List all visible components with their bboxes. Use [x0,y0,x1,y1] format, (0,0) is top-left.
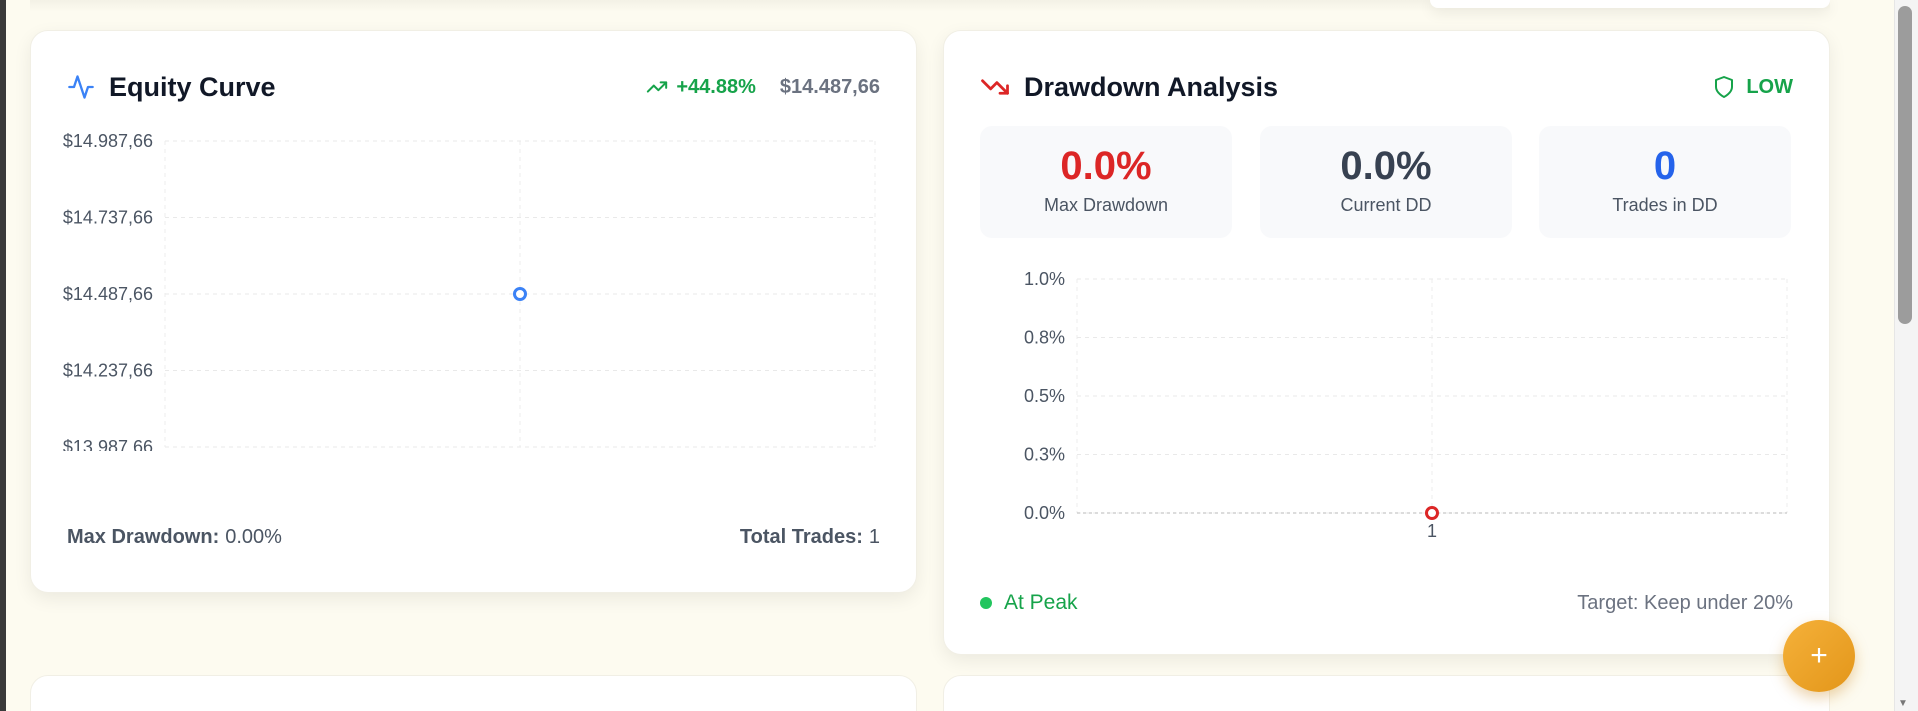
data-point [1425,506,1439,520]
drawdown-footer: At Peak Target: Keep under 20% [980,591,1793,615]
drawdown-chart: 1.0% 0.8% 0.5% 0.3% 0.0% 1 [1024,269,1788,541]
y-tick-label: $14.987,66 [63,131,153,151]
plus-icon: + [1810,639,1828,672]
lower-card-left [30,675,917,711]
equity-chart: $14.987,66 $14.737,66 $14.487,66 $14.237,66… [63,131,876,451]
y-tick-label: $14.487,66 [63,284,153,304]
equity-curve-card: Equity Curve +44.88% $14.487,66 $14.987,… [30,30,917,593]
max-drawdown-value: 0.00% [225,526,282,548]
target-text: Target: Keep under 20% [1577,591,1793,614]
top-card-edge [1430,0,1830,8]
drawdown-analysis-card: Drawdown Analysis LOW 0.0% Max Drawdown … [943,30,1830,655]
total-trades-label: Total Trades: [739,526,863,548]
y-tick-label: 1.0% [1024,269,1065,289]
scroll-down-arrow[interactable]: ▼ [1898,698,1908,709]
data-point [513,287,527,301]
y-tick-label: 0.8% [1024,328,1065,348]
y-tick-label: 0.3% [1024,445,1065,465]
y-tick-label: $14.737,66 [63,208,153,228]
x-tick-label: 1 [1427,521,1437,541]
status-dot [980,597,992,609]
y-tick-label: $14.237,66 [63,361,153,381]
add-button[interactable]: + [1783,620,1855,692]
lower-card-right [943,675,1830,711]
y-tick-label: 0.0% [1024,503,1065,523]
window-edge [0,0,6,711]
status-text: At Peak [1004,591,1078,614]
total-trades-value: 1 [868,526,880,548]
equity-footer: Max Drawdown: 0.00% Total Trades: 1 [67,526,880,549]
y-tick-label: 0.5% [1024,386,1065,406]
y-tick-label: $13.987,66 [63,437,153,451]
scrollbar-thumb[interactable] [1898,6,1912,324]
max-drawdown-label: Max Drawdown: [67,526,220,548]
